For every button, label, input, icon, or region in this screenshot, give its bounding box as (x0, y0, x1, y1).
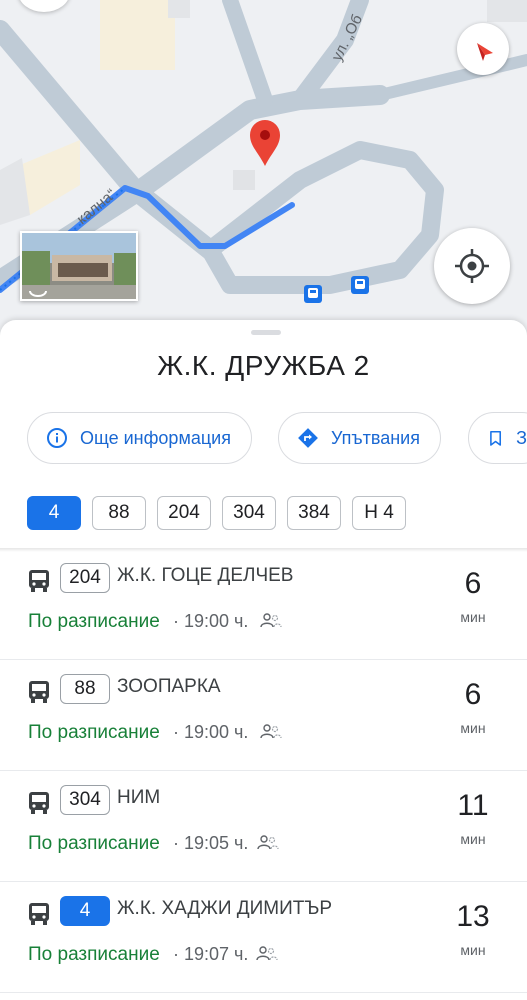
street-view-image (22, 233, 136, 299)
schedule-status: По разписание (28, 611, 160, 632)
directions-button[interactable]: Упътвания (278, 412, 441, 464)
bus-icon (29, 681, 49, 703)
minutes-until: 6 (464, 678, 482, 711)
more-info-label: Още информация (80, 427, 231, 448)
drag-handle[interactable] (251, 330, 281, 335)
minutes-unit: мин (460, 720, 486, 736)
save-label: З (516, 427, 527, 448)
bus-icon (308, 288, 318, 298)
route-filter-chip[interactable]: 204 (157, 496, 211, 530)
departure-row[interactable]: 204 Ж.К. ГОЦЕ ДЕЛЧЕВ По разписание · 19:… (0, 549, 527, 660)
minutes-unit: мин (460, 942, 486, 958)
map-pin-icon[interactable] (250, 120, 280, 166)
destination: НИМ (117, 787, 161, 808)
street-view-thumbnail[interactable] (20, 231, 138, 301)
minutes-until: 6 (464, 567, 482, 600)
minutes-unit: мин (460, 609, 486, 625)
schedule-status: По разписание (28, 833, 160, 854)
minutes-until: 13 (456, 900, 490, 933)
bus-icon (29, 903, 49, 925)
departure-time: · 19:00 ч. (173, 722, 249, 742)
crowd-icon (260, 724, 282, 739)
stop-details-sheet[interactable]: Ж.К. ДРУЖБА 2 Още информация Упътвания З… (0, 320, 527, 1000)
bookmark-icon (490, 430, 502, 446)
destination: Ж.К. ГОЦЕ ДЕЛЧЕВ (117, 565, 294, 586)
bus-icon (355, 279, 365, 289)
route-filter-chip[interactable]: Н 4 (352, 496, 406, 530)
departure-time: · 19:07 ч. (173, 944, 249, 964)
route-filter-chip[interactable]: 304 (222, 496, 276, 530)
route-filter-chip[interactable]: 384 (287, 496, 341, 530)
bus-icon (29, 570, 49, 592)
schedule-status: По разписание (28, 944, 160, 965)
compass-button[interactable] (457, 23, 509, 75)
crowd-icon (260, 613, 282, 628)
departure-time: · 19:00 ч. (173, 611, 249, 631)
departure-row[interactable]: 88 ЗООПАРКА По разписание · 19:00 ч. 6 м… (0, 660, 527, 771)
crowd-icon (257, 835, 279, 850)
route-number-badge: 204 (60, 563, 110, 593)
destination: ЗООПАРКА (117, 676, 221, 697)
departure-row[interactable]: 4 Ж.К. ХАДЖИ ДИМИТЪР По разписание · 19:… (0, 882, 527, 993)
bus-stop-marker[interactable] (304, 285, 322, 303)
route-number-badge: 4 (60, 896, 110, 926)
info-icon (47, 428, 67, 448)
save-button[interactable]: З (468, 412, 527, 464)
my-location-icon (455, 249, 489, 283)
more-info-button[interactable]: Още информация (27, 412, 252, 464)
map-view[interactable]: ул. „Об кална“ (0, 0, 527, 340)
my-location-button[interactable] (434, 228, 510, 304)
compass-icon (477, 43, 493, 61)
directions-label: Упътвания (331, 427, 420, 448)
bus-icon (29, 792, 49, 814)
route-filter-list: 4 88 204 304 384 Н 4 (27, 496, 406, 530)
stop-title: Ж.К. ДРУЖБА 2 (157, 350, 370, 381)
bus-stop-marker[interactable] (351, 276, 369, 294)
minutes-unit: мин (460, 831, 486, 847)
directions-icon (298, 428, 318, 448)
minutes-until: 11 (457, 789, 489, 822)
route-number-badge: 88 (60, 674, 110, 704)
route-number-badge: 304 (60, 785, 110, 815)
crowd-icon (256, 946, 278, 961)
schedule-status: По разписание (28, 722, 160, 743)
route-filter-chip[interactable]: 4 (27, 496, 81, 530)
departure-row[interactable]: 304 НИМ По разписание · 19:05 ч. 11 мин (0, 771, 527, 882)
departure-time: · 19:05 ч. (173, 833, 249, 853)
route-filter-chip[interactable]: 88 (92, 496, 146, 530)
destination: Ж.К. ХАДЖИ ДИМИТЪР (117, 898, 333, 919)
street-label: ул. „Об (328, 12, 366, 64)
